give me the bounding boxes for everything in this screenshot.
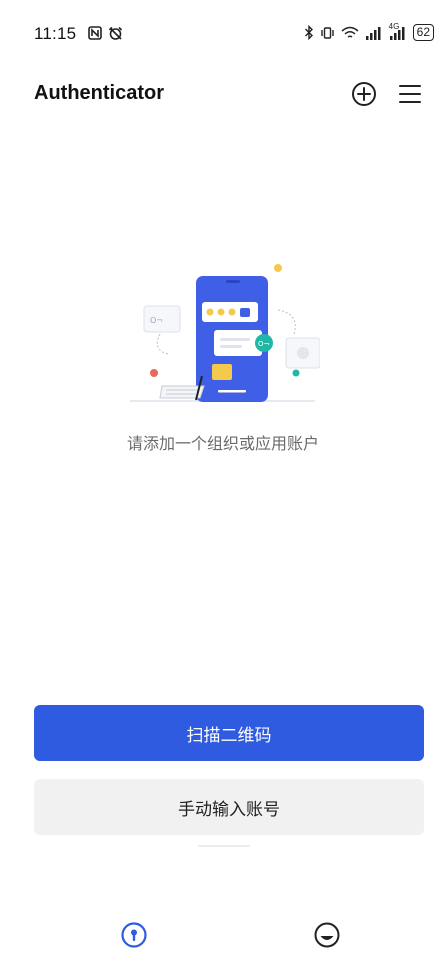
nfc-icon — [88, 26, 102, 40]
alarm-off-icon — [108, 26, 123, 40]
key-tab-icon[interactable] — [119, 920, 149, 950]
divider — [198, 845, 250, 847]
add-circle-icon[interactable] — [350, 80, 378, 108]
status-time: 11:15 — [34, 24, 77, 43]
empty-state-illustration: O¬ O¬ — [130, 264, 320, 402]
svg-text:O¬: O¬ — [258, 340, 270, 348]
manual-entry-button[interactable]: 手动输入账号 — [34, 779, 424, 835]
battery-indicator: 62 — [412, 24, 434, 41]
bluetooth-icon — [304, 25, 313, 40]
status-left-icons — [88, 26, 123, 41]
status-bar: 11:15 4G 62 — [0, 0, 446, 70]
wifi-icon — [341, 26, 359, 38]
scan-qr-button[interactable]: 扫描二维码 — [34, 705, 424, 761]
signal-icon — [365, 26, 381, 40]
svg-text:O¬: O¬ — [150, 316, 163, 325]
status-right-icons: 4G 62 — [304, 22, 434, 41]
network-type: 4G — [389, 22, 407, 40]
menu-icon[interactable] — [396, 80, 424, 108]
profile-tab-icon[interactable] — [312, 920, 342, 950]
vibrate-icon — [320, 26, 334, 39]
empty-state-message: 请添加一个组织或应用账户 — [126, 436, 319, 453]
page-title: Authenticator — [34, 82, 164, 104]
